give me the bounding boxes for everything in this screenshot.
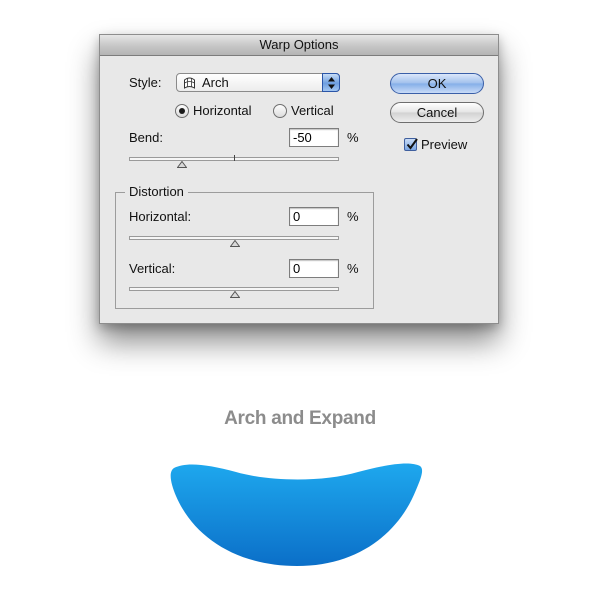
result-caption: Arch and Expand <box>224 408 376 429</box>
distortion-vertical-unit: % <box>347 261 359 276</box>
style-label: Style: <box>129 75 162 90</box>
distortion-horizontal-unit: % <box>347 209 359 224</box>
bend-slider-track[interactable] <box>129 155 339 161</box>
distortion-vertical-input[interactable] <box>289 259 339 278</box>
ok-button[interactable]: OK <box>390 73 484 94</box>
arch-style-icon <box>184 77 195 89</box>
distortion-vertical-slider-thumb[interactable] <box>230 291 240 298</box>
bend-slider-center-tick <box>234 155 235 161</box>
style-select[interactable]: Arch <box>176 73 340 92</box>
distortion-horizontal-slider-thumb[interactable] <box>230 240 240 247</box>
distortion-horizontal-input[interactable] <box>289 207 339 226</box>
distortion-title: Distortion <box>125 184 188 200</box>
preview-checkbox[interactable] <box>404 138 418 151</box>
distortion-horizontal-label: Horizontal: <box>129 209 192 224</box>
bend-unit: % <box>347 130 359 145</box>
warp-options-dialog: Warp Options Style: Arch Horizontal Vert… <box>99 34 499 324</box>
vertical-radio-label[interactable]: Vertical <box>291 103 334 119</box>
cancel-button[interactable]: Cancel <box>390 102 484 123</box>
checkmark-icon <box>406 138 418 150</box>
horizontal-radio[interactable] <box>175 104 189 118</box>
distortion-vertical-label: Vertical: <box>129 261 176 276</box>
horizontal-radio-label[interactable]: Horizontal <box>193 103 252 119</box>
bend-label: Bend: <box>129 130 163 145</box>
bend-input[interactable] <box>289 128 339 147</box>
select-arrows-icon <box>322 73 340 92</box>
preview-label[interactable]: Preview <box>421 137 467 153</box>
dialog-title: Warp Options <box>100 35 498 56</box>
bend-slider-thumb[interactable] <box>177 161 187 168</box>
vertical-radio[interactable] <box>273 104 287 118</box>
arch-expand-shape <box>170 463 423 566</box>
style-value: Arch <box>202 75 229 90</box>
